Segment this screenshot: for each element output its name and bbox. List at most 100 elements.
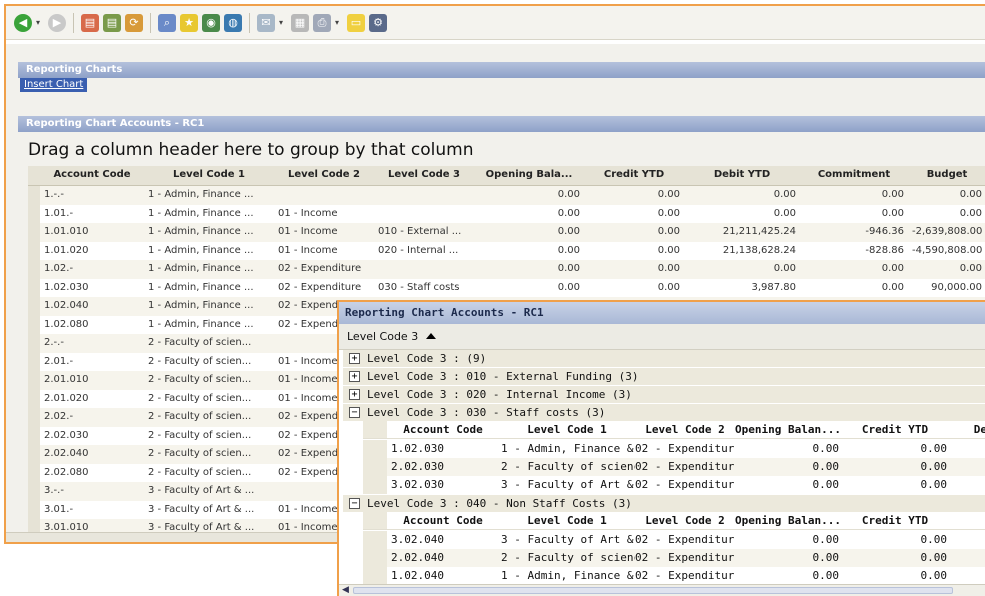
- row-selector[interactable]: [28, 297, 40, 316]
- column-header-budget[interactable]: Budget: [908, 166, 985, 185]
- column-header-opening-balance[interactable]: Opening Bala...: [474, 166, 584, 185]
- row-selector[interactable]: [28, 371, 40, 390]
- table-row[interactable]: 2.02.030 2 - Faculty of science... 02 - …: [363, 458, 985, 476]
- table-row[interactable]: 1.02.030 1 - Admin, Finance &... 02 - Ex…: [363, 440, 985, 458]
- row-selector[interactable]: [28, 223, 40, 242]
- cell-debit-ytd: 0.00: [773, 207, 796, 219]
- column-header-level-code-2[interactable]: Level Code 2: [635, 512, 735, 529]
- column-header-level-code-1[interactable]: Level Code 1: [499, 421, 635, 438]
- table-row[interactable]: 1.01.020 1 - Admin, Finance ... 01 - Incom…: [28, 241, 985, 260]
- group-row-040[interactable]: − Level Code 3 : 040 - Non Staff Costs (…: [343, 495, 985, 512]
- column-header-account-code[interactable]: Account Code: [40, 166, 144, 185]
- row-selector[interactable]: [28, 260, 40, 279]
- row-selector[interactable]: [28, 426, 40, 445]
- search-icon[interactable]: ⌕: [158, 13, 176, 32]
- column-header-opening-balance[interactable]: Opening Balan...: [735, 512, 843, 529]
- report-2-icon[interactable]: ▤: [103, 13, 121, 32]
- row-selector[interactable]: [28, 408, 40, 427]
- folder-icon[interactable]: ▦: [291, 13, 309, 32]
- row-selector[interactable]: [28, 463, 40, 482]
- row-selector[interactable]: [28, 186, 40, 205]
- column-header-level-code-1[interactable]: Level Code 1: [144, 166, 274, 185]
- row-selector[interactable]: [363, 440, 387, 458]
- row-selector[interactable]: [363, 476, 387, 494]
- cell-commitment: 0.00: [881, 281, 904, 293]
- subgrid-header-040: Account Code Level Code 1 Level Code 2 O…: [363, 512, 985, 530]
- insert-chart-link[interactable]: Insert Chart: [20, 78, 88, 92]
- group-by-chip-level-code-3[interactable]: Level Code 3: [347, 329, 436, 345]
- column-header-commitment[interactable]: Commitment: [800, 166, 908, 185]
- column-header-level-code-3[interactable]: Level Code 3: [374, 166, 474, 185]
- cell-budget: 0.00: [959, 263, 982, 274]
- print-icon[interactable]: ⎙: [313, 13, 331, 32]
- column-header-level-code-2[interactable]: Level Code 2: [274, 166, 374, 185]
- row-selector[interactable]: [28, 278, 40, 297]
- table-row[interactable]: 3.02.030 3 - Faculty of Art & H... 02 - …: [363, 476, 985, 494]
- group-row-030[interactable]: − Level Code 3 : 030 - Staff costs (3): [343, 404, 985, 421]
- column-header-account-code[interactable]: Account Code: [387, 512, 499, 529]
- favorites-icon[interactable]: ★: [180, 13, 198, 32]
- column-header-level-code-1[interactable]: Level Code 1: [499, 512, 635, 529]
- column-header-credit-ytd[interactable]: Credit YTD: [843, 421, 951, 438]
- web-icon[interactable]: ◍: [224, 13, 242, 32]
- column-header-debit-ytd-truncated[interactable]: De: [951, 421, 985, 438]
- cell-level-code-1: 3 - Faculty of Art & H...: [501, 478, 635, 491]
- row-selector[interactable]: [28, 204, 40, 223]
- table-row[interactable]: 1.02.030 1 - Admin, Finance ... 02 - Expen…: [28, 278, 985, 297]
- cell-account-code: 2.-.-: [44, 337, 64, 348]
- back-dropdown-icon[interactable]: ▾: [36, 18, 44, 27]
- row-selector[interactable]: [363, 567, 387, 585]
- back-icon[interactable]: ◀: [14, 13, 32, 32]
- row-selector[interactable]: [28, 315, 40, 334]
- expand-icon[interactable]: +: [349, 371, 360, 382]
- report-icon[interactable]: ▤: [81, 13, 99, 32]
- expand-icon[interactable]: +: [349, 389, 360, 400]
- row-selector[interactable]: [28, 241, 40, 260]
- cell-budget: -2,639,808.00: [912, 226, 983, 237]
- row-selector[interactable]: [363, 458, 387, 476]
- group-row-blank[interactable]: + Level Code 3 : (9): [343, 350, 985, 367]
- table-row[interactable]: 1.-.- 1 - Admin, Finance ... 0.00 0.00 0.00 0…: [28, 186, 985, 205]
- table-row[interactable]: 1.01.- 1 - Admin, Finance ... 01 - Income 0…: [28, 204, 985, 223]
- group-row-010[interactable]: + Level Code 3 : 010 - External Funding …: [343, 368, 985, 385]
- collapse-icon[interactable]: −: [349, 498, 360, 509]
- collapse-icon[interactable]: −: [349, 407, 360, 418]
- row-selector[interactable]: [28, 389, 40, 408]
- table-row[interactable]: 2.02.040 2 - Faculty of science... 02 - …: [363, 549, 985, 567]
- cell-level-code-1: 2 - Faculty of scien...: [148, 392, 252, 404]
- table-row[interactable]: 3.02.040 3 - Faculty of Art & H... 02 - …: [363, 531, 985, 549]
- settings-icon[interactable]: ⚙: [369, 13, 387, 32]
- row-selector[interactable]: [28, 500, 40, 519]
- row-selector[interactable]: [28, 445, 40, 464]
- row-selector[interactable]: [363, 531, 387, 549]
- row-selector[interactable]: [28, 482, 40, 501]
- scrollbar-thumb[interactable]: [353, 587, 953, 594]
- globe-icon[interactable]: ◉: [202, 13, 220, 32]
- back-horizontal-scrollbar[interactable]: [6, 532, 346, 542]
- forward-icon[interactable]: ▶: [48, 13, 66, 32]
- column-header-debit-ytd[interactable]: Debit YTD: [684, 166, 800, 185]
- cell-account-code: 1.02.030: [391, 442, 444, 455]
- table-row[interactable]: 1.02.- 1 - Admin, Finance ... 02 - Expendi…: [28, 260, 985, 279]
- group-row-020[interactable]: + Level Code 3 : 020 - Internal Income (…: [343, 386, 985, 403]
- column-header-level-code-2[interactable]: Level Code 2: [635, 421, 735, 438]
- column-header-opening-balance[interactable]: Opening Balan...: [735, 421, 843, 438]
- table-row[interactable]: 1.01.010 1 - Admin, Finance ... 01 - Incom…: [28, 223, 985, 242]
- row-selector[interactable]: [28, 352, 40, 371]
- row-selector[interactable]: [28, 334, 40, 353]
- chat-dropdown-icon[interactable]: ▾: [279, 18, 287, 27]
- row-selector[interactable]: [363, 549, 387, 567]
- column-header-credit-ytd[interactable]: Credit YTD: [584, 166, 684, 185]
- refresh-icon[interactable]: ⟳: [125, 13, 143, 32]
- chat-icon[interactable]: ✉: [257, 13, 275, 32]
- scroll-left-icon[interactable]: ◀: [342, 585, 349, 596]
- table-row[interactable]: 1.02.040 1 - Admin, Finance &... 02 - Ex…: [363, 567, 985, 585]
- column-header-credit-ytd[interactable]: Credit YTD: [843, 512, 951, 529]
- print-dropdown-icon[interactable]: ▾: [335, 18, 343, 27]
- expand-icon[interactable]: +: [349, 353, 360, 364]
- folder-yellow-icon[interactable]: ▭: [347, 13, 365, 32]
- column-header-account-code[interactable]: Account Code: [387, 421, 499, 438]
- cell-level-code-1: 2 - Faculty of scien...: [148, 466, 252, 478]
- front-horizontal-scrollbar[interactable]: ◀: [339, 584, 985, 596]
- cell-account-code: 2.01.-: [44, 355, 74, 367]
